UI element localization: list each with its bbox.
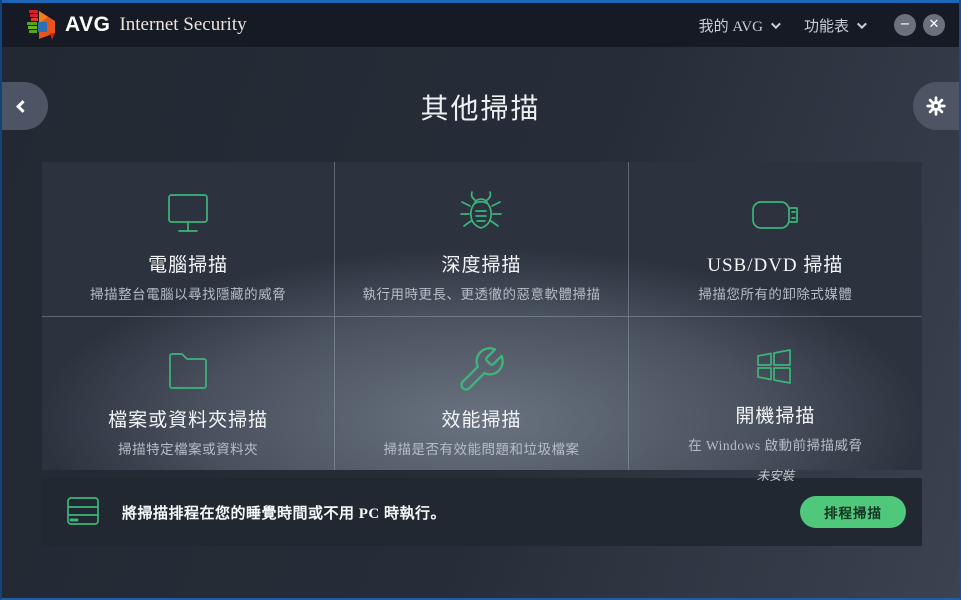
tile-subtitle: 掃描整台電腦以尋找隱藏的威脅 xyxy=(90,283,286,303)
titlebar-right: 我的 AVG 功能表 − ✕ xyxy=(699,14,945,36)
menu-options-label: 功能表 xyxy=(804,15,849,36)
window-controls: − ✕ xyxy=(894,14,945,36)
gear-icon xyxy=(925,95,947,117)
avg-window: AVG Internet Security 我的 AVG 功能表 − ✕ 其他掃… xyxy=(0,0,961,600)
tile-subtitle: 掃描特定檔案或資料夾 xyxy=(118,438,258,458)
tile-title: 檔案或資料夾掃描 xyxy=(108,405,268,432)
not-installed-label: 未安裝 xyxy=(757,465,795,484)
scan-tiles-grid: 電腦掃描 掃描整台電腦以尋找隱藏的威脅 xyxy=(42,162,922,470)
tile-boot-scan[interactable]: 開機掃描 在 Windows 啟動前掃描威脅 未安裝 xyxy=(629,317,922,470)
computer-icon xyxy=(160,188,216,242)
content: 其他掃描 xyxy=(2,47,959,598)
tile-subtitle: 執行用時更長、更透徹的惡意軟體掃描 xyxy=(362,283,600,303)
tile-deep-scan[interactable]: 深度掃描 執行用時更長、更透徹的惡意軟體掃描 xyxy=(335,162,628,317)
tile-performance-scan[interactable]: 效能掃描 掃描是否有效能問題和垃圾檔案 xyxy=(335,317,628,470)
tile-title: 效能掃描 xyxy=(441,405,521,432)
page-title: 其他掃描 xyxy=(2,87,959,127)
avg-logo xyxy=(26,9,56,41)
tile-subtitle: 在 Windows 啟動前掃描威脅 xyxy=(688,434,862,454)
tile-computer-scan[interactable]: 電腦掃描 掃描整台電腦以尋找隱藏的威脅 xyxy=(42,162,335,317)
tile-title: 開機掃描 xyxy=(735,401,815,428)
settings-button[interactable] xyxy=(913,82,959,130)
folder-icon xyxy=(160,343,216,397)
product-name: Internet Security xyxy=(119,14,246,36)
menu-my-avg-label: 我的 AVG xyxy=(699,15,763,36)
bug-icon xyxy=(453,188,509,242)
tile-title: 電腦掃描 xyxy=(148,250,228,277)
brand: AVG Internet Security xyxy=(26,9,247,41)
windows-icon xyxy=(749,343,801,393)
close-button[interactable]: ✕ xyxy=(923,14,945,36)
brand-name: AVG xyxy=(65,13,110,37)
titlebar: AVG Internet Security 我的 AVG 功能表 − ✕ xyxy=(2,3,959,47)
chevron-down-icon xyxy=(771,19,781,29)
tile-title: USB/DVD 掃描 xyxy=(707,250,843,277)
tile-file-folder-scan[interactable]: 檔案或資料夾掃描 掃描特定檔案或資料夾 xyxy=(42,317,335,470)
tile-subtitle: 掃描您所有的卸除式媒體 xyxy=(698,283,852,303)
tile-subtitle: 掃描是否有效能問題和垃圾檔案 xyxy=(383,438,579,458)
menu-options[interactable]: 功能表 xyxy=(804,15,864,36)
page-header: 其他掃描 xyxy=(2,47,959,162)
wrench-icon xyxy=(455,343,507,397)
schedule-icon xyxy=(62,493,104,531)
tile-title: 深度掃描 xyxy=(441,250,521,277)
menu-my-avg[interactable]: 我的 AVG xyxy=(699,15,778,36)
schedule-message: 將掃描排程在您的睡覺時間或不用 PC 時執行。 xyxy=(122,502,446,523)
schedule-bar: 將掃描排程在您的睡覺時間或不用 PC 時執行。 排程掃描 xyxy=(42,478,922,546)
minimize-button[interactable]: − xyxy=(894,14,916,36)
chevron-down-icon xyxy=(857,19,867,29)
schedule-scan-button[interactable]: 排程掃描 xyxy=(800,496,906,528)
usb-icon xyxy=(745,188,805,242)
tile-usb-dvd-scan[interactable]: USB/DVD 掃描 掃描您所有的卸除式媒體 xyxy=(629,162,922,317)
